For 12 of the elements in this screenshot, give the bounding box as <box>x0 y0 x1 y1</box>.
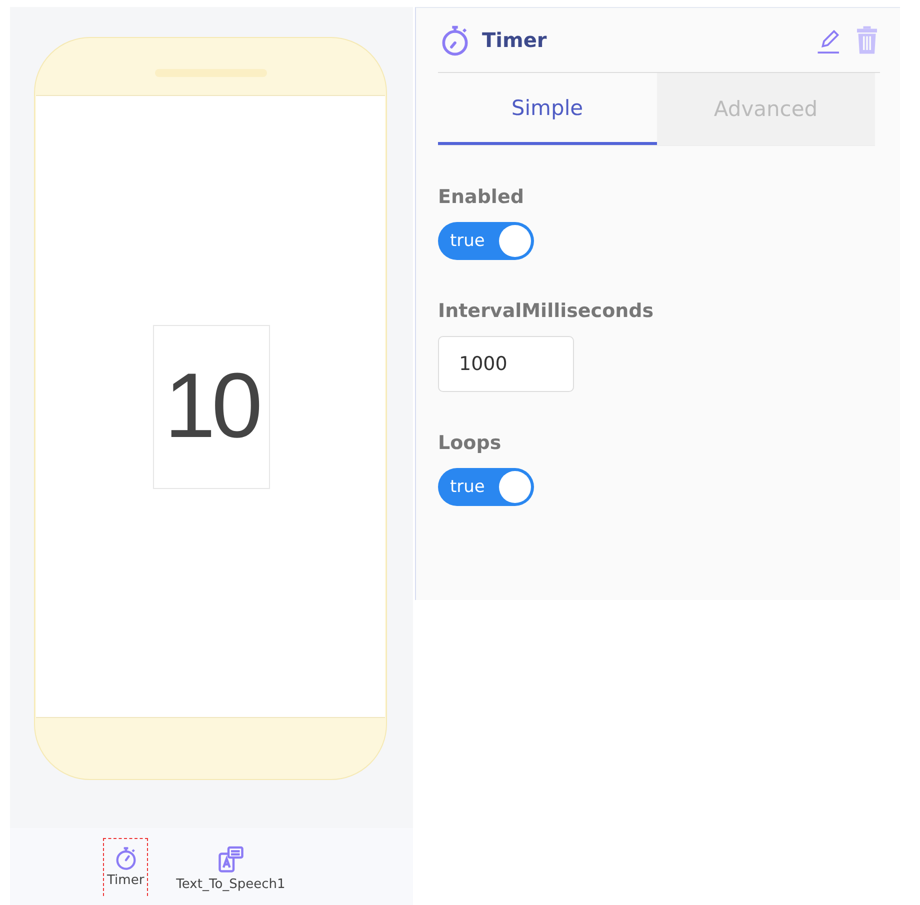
toggle-switch[interactable]: true <box>438 222 534 260</box>
component-item[interactable]: Timer <box>103 838 148 896</box>
toggle-switch[interactable]: true <box>438 468 534 506</box>
component-title: Timer <box>482 28 547 52</box>
property-label: IntervalMilliseconds <box>438 300 655 322</box>
delete-icon[interactable] <box>854 25 880 55</box>
speech-document-icon <box>216 845 246 875</box>
property-label: Enabled <box>438 186 525 208</box>
counter-label[interactable]: 10 <box>153 324 270 488</box>
number-field[interactable]: 1000 <box>438 336 574 392</box>
component-item[interactable]: Text_To_Speech1 <box>172 838 290 896</box>
property-label: Loops <box>438 432 502 454</box>
